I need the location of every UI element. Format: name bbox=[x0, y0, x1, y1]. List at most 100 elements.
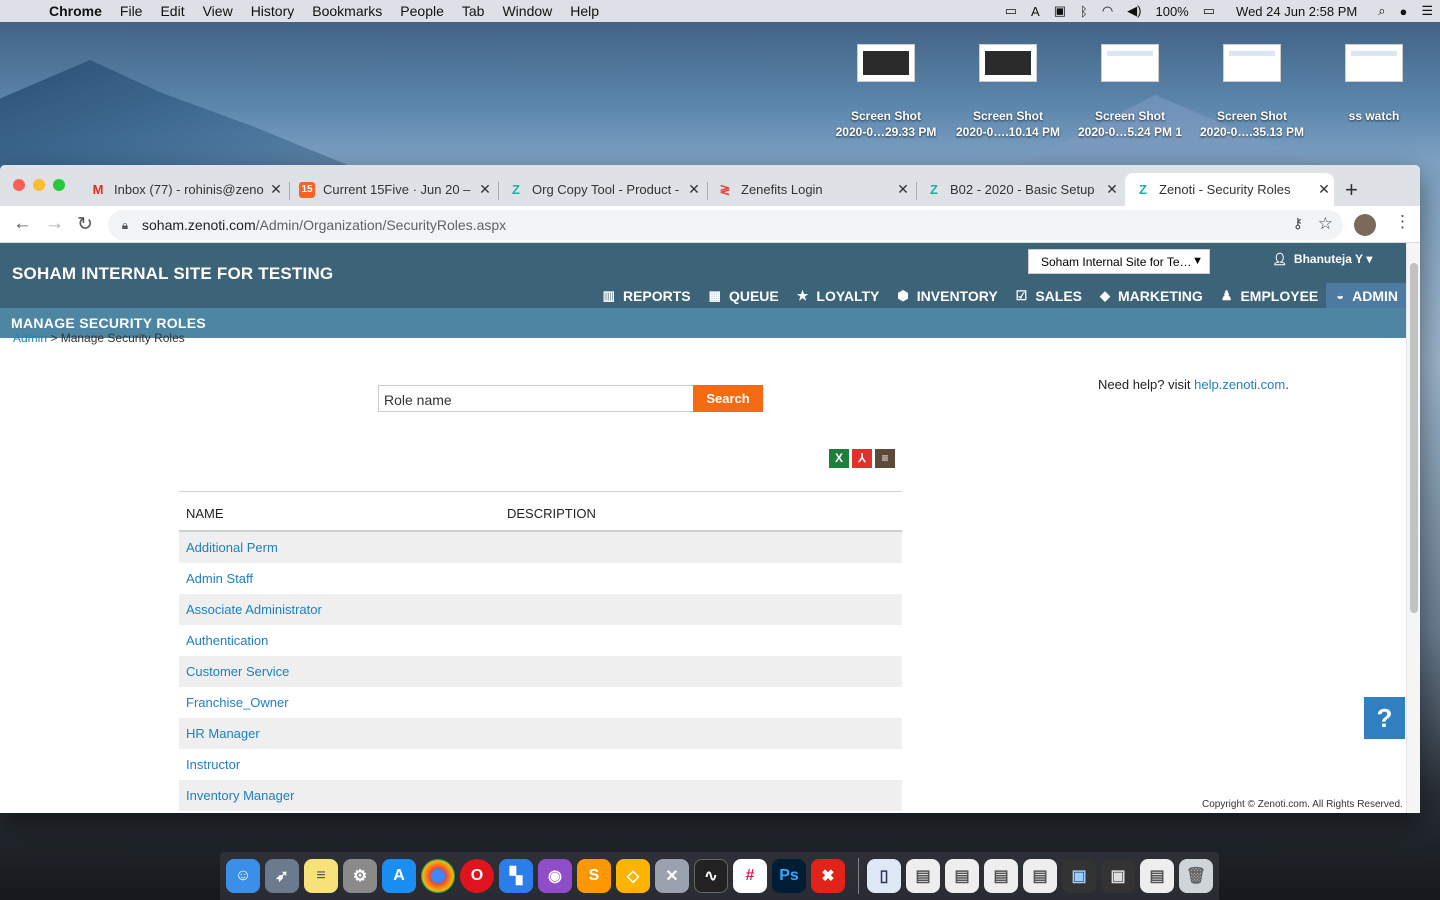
utilities-icon[interactable]: ✕ bbox=[655, 859, 689, 893]
key-icon[interactable]: ⚷ bbox=[1293, 215, 1303, 232]
trash-icon[interactable]: 🗑︎ bbox=[1179, 859, 1213, 893]
document-icon[interactable]: ▤ bbox=[906, 859, 940, 893]
menu-people[interactable]: People bbox=[391, 3, 453, 19]
extension-icon[interactable] bbox=[1354, 214, 1376, 236]
wifi-icon[interactable]: ◠ bbox=[1095, 3, 1120, 19]
close-tab-icon[interactable]: ✕ bbox=[1314, 181, 1334, 198]
volume-icon[interactable]: ◀) bbox=[1120, 3, 1148, 19]
tab-gmail[interactable]: M Inbox (77) - rohinis@zeno ✕ bbox=[80, 173, 286, 206]
role-name-search-input[interactable]: Role name bbox=[378, 385, 694, 412]
more-menu-icon[interactable]: ⋮ bbox=[1394, 212, 1411, 232]
chrome-icon[interactable] bbox=[421, 859, 455, 893]
scrollbar-thumb[interactable] bbox=[1410, 263, 1418, 613]
page-scrollbar[interactable] bbox=[1406, 243, 1420, 813]
menu-tab[interactable]: Tab bbox=[453, 3, 494, 19]
spotlight-icon[interactable]: ⌕ bbox=[1371, 3, 1392, 19]
launchpad-icon[interactable]: ➶ bbox=[265, 859, 299, 893]
opera-icon[interactable]: O bbox=[460, 859, 494, 893]
nav-employee[interactable]: ♟ EMPLOYEE bbox=[1211, 283, 1326, 308]
site-name[interactable]: SOHAM INTERNAL SITE FOR TESTING bbox=[12, 264, 333, 284]
nav-sales[interactable]: ☑ SALES bbox=[1006, 283, 1090, 308]
battery-text[interactable]: 100% bbox=[1148, 4, 1195, 19]
role-link[interactable]: Inventory Manager bbox=[186, 788, 294, 803]
finder-icon[interactable]: ☺ bbox=[226, 859, 260, 893]
bookmark-star-icon[interactable]: ☆ bbox=[1318, 214, 1333, 234]
tab-security-roles[interactable]: Z Zenoti - Security Roles ✕ bbox=[1125, 173, 1334, 206]
breadcrumb-admin-link[interactable]: Admin bbox=[13, 331, 47, 345]
bluetooth-icon[interactable]: ᛒ bbox=[1073, 4, 1095, 19]
close-tab-icon[interactable]: ✕ bbox=[1102, 181, 1122, 198]
close-tab-icon[interactable]: ✕ bbox=[684, 181, 704, 198]
role-link[interactable]: Instructor bbox=[186, 757, 240, 772]
menu-bookmarks[interactable]: Bookmarks bbox=[303, 3, 391, 19]
role-link[interactable]: Customer Service bbox=[186, 664, 289, 679]
battery-icon[interactable]: ▭ bbox=[1196, 3, 1222, 19]
reload-icon[interactable]: ↻ bbox=[77, 213, 93, 236]
export-text-icon[interactable]: ≡ bbox=[875, 449, 895, 468]
user-menu[interactable]: 👤︎ Bhanuteja Y ▾ bbox=[1272, 252, 1372, 266]
nav-admin[interactable]: ◒ ADMIN bbox=[1326, 283, 1406, 308]
nav-inventory[interactable]: ⬢ INVENTORY bbox=[887, 283, 1005, 308]
nav-queue[interactable]: ▦ QUEUE bbox=[699, 283, 787, 308]
address-bar[interactable]: 🔒︎ soham.zenoti.com/Admin/Organization/S… bbox=[108, 210, 1343, 240]
help-question-button[interactable]: ? bbox=[1364, 697, 1405, 739]
slack-icon[interactable]: # bbox=[733, 859, 767, 893]
center-select[interactable]: Soham Internal Site for Te… ▼ bbox=[1028, 249, 1210, 274]
github-desktop-icon[interactable]: ◉ bbox=[538, 859, 572, 893]
adobe-icon[interactable]: A bbox=[1024, 4, 1047, 19]
downloads-folder-icon[interactable]: ▯ bbox=[867, 859, 901, 893]
forward-icon[interactable]: → bbox=[45, 213, 64, 235]
app-store-icon[interactable]: A bbox=[382, 859, 416, 893]
nav-reports[interactable]: ▥ REPORTS bbox=[593, 283, 699, 308]
close-tab-icon[interactable]: ✕ bbox=[266, 181, 286, 198]
lock-icon[interactable]: 🔒︎ bbox=[108, 218, 142, 233]
export-pdf-icon[interactable]: ⅄ bbox=[852, 449, 872, 468]
system-preferences-icon[interactable]: ⚙ bbox=[343, 859, 377, 893]
nav-loyalty[interactable]: ★ LOYALTY bbox=[787, 283, 888, 308]
sublime-icon[interactable]: S bbox=[577, 859, 611, 893]
desktop-file-screenshot[interactable]: Screen Shot 2020-0….35.13 PM bbox=[1197, 44, 1307, 140]
menu-app-name[interactable]: Chrome bbox=[40, 3, 111, 19]
minimize-window-button[interactable] bbox=[33, 179, 45, 191]
clock[interactable]: Wed 24 Jun 2:58 PM bbox=[1222, 4, 1371, 19]
framer-icon[interactable]: ▚ bbox=[499, 859, 533, 893]
desktop-file-screenshot[interactable]: Screen Shot 2020-0….10.14 PM bbox=[953, 44, 1063, 140]
desktop-file-screenshot[interactable]: Screen Shot 2020-0…29.33 PM bbox=[831, 44, 941, 140]
document-icon[interactable]: ▤ bbox=[1140, 859, 1174, 893]
menu-file[interactable]: File bbox=[111, 3, 152, 19]
role-link[interactable]: Associate Administrator bbox=[186, 602, 322, 617]
back-icon[interactable]: ← bbox=[13, 213, 32, 235]
photoshop-icon[interactable]: Ps bbox=[772, 859, 806, 893]
document-icon[interactable]: ▤ bbox=[945, 859, 979, 893]
tab-b02-basic-setup[interactable]: Z B02 - 2020 - Basic Setup ✕ bbox=[916, 173, 1122, 206]
export-excel-icon[interactable]: X bbox=[829, 449, 849, 468]
role-link[interactable]: Admin Staff bbox=[186, 571, 253, 586]
role-link[interactable]: Additional Perm bbox=[186, 540, 278, 555]
menu-history[interactable]: History bbox=[242, 3, 304, 19]
document-icon[interactable]: ▣ bbox=[1101, 859, 1135, 893]
menu-view[interactable]: View bbox=[194, 3, 242, 19]
zoom-window-button[interactable] bbox=[53, 179, 65, 191]
document-icon[interactable]: ▤ bbox=[984, 859, 1018, 893]
notification-center-icon[interactable]: ☰ bbox=[1414, 3, 1440, 19]
menu-window[interactable]: Window bbox=[493, 3, 561, 19]
desktop-file-ss-watch[interactable]: ss watch bbox=[1319, 44, 1429, 124]
nav-marketing[interactable]: ◆ MARKETING bbox=[1090, 283, 1211, 308]
role-link[interactable]: HR Manager bbox=[186, 726, 260, 741]
help-link[interactable]: help.zenoti.com bbox=[1194, 377, 1285, 392]
tab-org-copy-tool[interactable]: Z Org Copy Tool - Product - ✕ bbox=[498, 173, 704, 206]
menu-help[interactable]: Help bbox=[561, 3, 608, 19]
column-header-description[interactable]: DESCRIPTION bbox=[507, 506, 596, 521]
search-button[interactable]: Search bbox=[693, 385, 763, 412]
ext-icon[interactable]: ▣ bbox=[1047, 3, 1073, 19]
column-header-name[interactable]: NAME bbox=[186, 506, 224, 521]
airplay-icon[interactable]: ▭ bbox=[998, 3, 1024, 19]
activity-monitor-icon[interactable]: ∿ bbox=[694, 859, 728, 893]
sketch-icon[interactable]: ◇ bbox=[616, 859, 650, 893]
desktop-file-screenshot[interactable]: Screen Shot 2020-0…5.24 PM 1 bbox=[1075, 44, 1185, 140]
siri-icon[interactable]: ● bbox=[1392, 4, 1414, 19]
notes-icon[interactable]: ≡ bbox=[304, 859, 338, 893]
role-link[interactable]: Franchise_Owner bbox=[186, 695, 289, 710]
document-icon[interactable]: ▤ bbox=[1023, 859, 1057, 893]
menu-edit[interactable]: Edit bbox=[151, 3, 193, 19]
